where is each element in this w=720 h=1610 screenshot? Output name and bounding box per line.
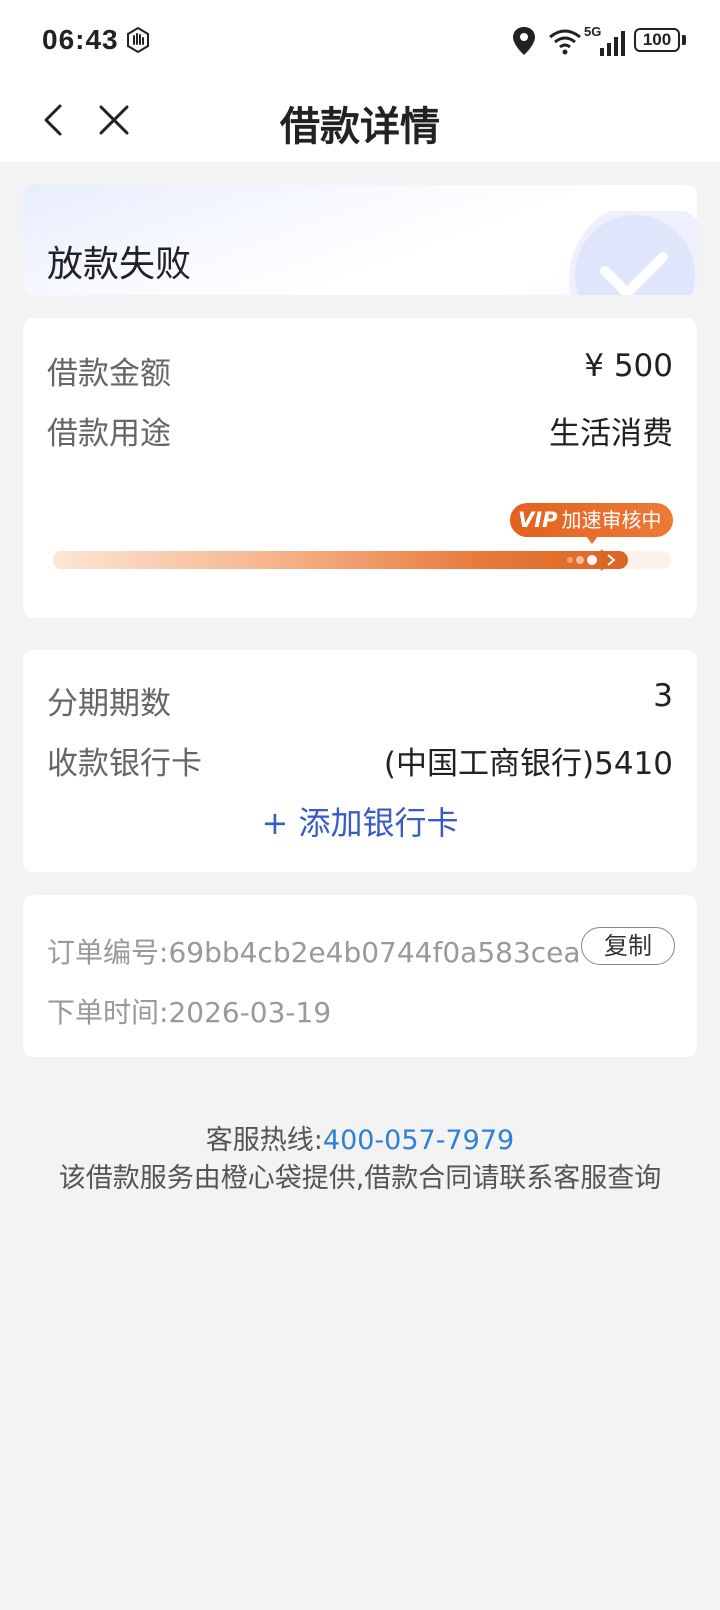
order-number-row: 订单编号:69bb4cb2e4b0744f0a583cea bbox=[47, 931, 581, 971]
loan-status-text: 放款失败 bbox=[47, 244, 192, 285]
hand-icon bbox=[127, 26, 149, 54]
review-progress-bar bbox=[53, 549, 671, 571]
order-info-card: 订单编号:69bb4cb2e4b0744f0a583cea 复制 下单时间:20… bbox=[23, 895, 697, 1057]
battery-level: 100 bbox=[642, 30, 672, 49]
purpose-label: 借款用途 bbox=[47, 416, 171, 452]
location-icon bbox=[513, 27, 535, 55]
status-bar: 06:43 5G 100 bbox=[0, 0, 720, 84]
battery-tip bbox=[682, 35, 686, 45]
bank-card-label: 收款银行卡 bbox=[47, 746, 202, 782]
rocket-icon bbox=[567, 549, 622, 571]
battery-icon: 100 bbox=[634, 28, 680, 52]
amount-value: ¥ 500 bbox=[584, 348, 673, 384]
customer-service-hotline: 客服热线:400-057-7979 bbox=[0, 1118, 720, 1157]
nav-bar: 借款详情 bbox=[0, 84, 720, 162]
loan-info-card: 借款金额 ¥ 500 借款用途 生活消费 VIP 加速审核中 bbox=[23, 318, 697, 618]
installment-card: 分期期数 3 收款银行卡 (中国工商银行)5410 + 添加银行卡 bbox=[23, 650, 697, 872]
installments-label: 分期期数 bbox=[47, 686, 171, 722]
hotline-number-link[interactable]: 400-057-7979 bbox=[323, 1125, 514, 1156]
vip-review-badge: VIP 加速审核中 bbox=[510, 503, 674, 544]
amount-label: 借款金额 bbox=[47, 356, 171, 392]
order-number-value: 69bb4cb2e4b0744f0a583cea bbox=[168, 936, 581, 969]
add-bank-card-button[interactable]: + 添加银行卡 bbox=[23, 798, 697, 844]
order-time-row: 下单时间:2026-03-19 bbox=[47, 991, 331, 1031]
signal-icon bbox=[600, 31, 625, 56]
order-number-label: 订单编号: bbox=[47, 936, 169, 969]
installments-value: 3 bbox=[653, 678, 673, 714]
copy-button[interactable]: 复制 bbox=[581, 927, 675, 965]
status-time: 06:43 bbox=[42, 24, 119, 55]
page-title: 借款详情 bbox=[280, 104, 440, 150]
purpose-value: 生活消费 bbox=[549, 416, 673, 452]
bank-card-value[interactable]: (中国工商银行)5410 bbox=[384, 738, 673, 783]
order-time-label: 下单时间: bbox=[47, 996, 169, 1029]
vip-logo: VIP bbox=[518, 508, 558, 532]
order-time-value: 2026-03-19 bbox=[168, 996, 332, 1029]
vip-review-text: 加速审核中 bbox=[561, 508, 662, 532]
check-icon bbox=[569, 211, 697, 295]
review-progress-fill bbox=[53, 551, 628, 569]
wifi-icon bbox=[549, 29, 581, 55]
loan-status-card: 放款失败 bbox=[23, 185, 697, 295]
hotline-label: 客服热线: bbox=[205, 1125, 323, 1156]
service-provider-note: 该借款服务由橙心袋提供,借款合同请联系客服查询 bbox=[58, 1163, 662, 1194]
